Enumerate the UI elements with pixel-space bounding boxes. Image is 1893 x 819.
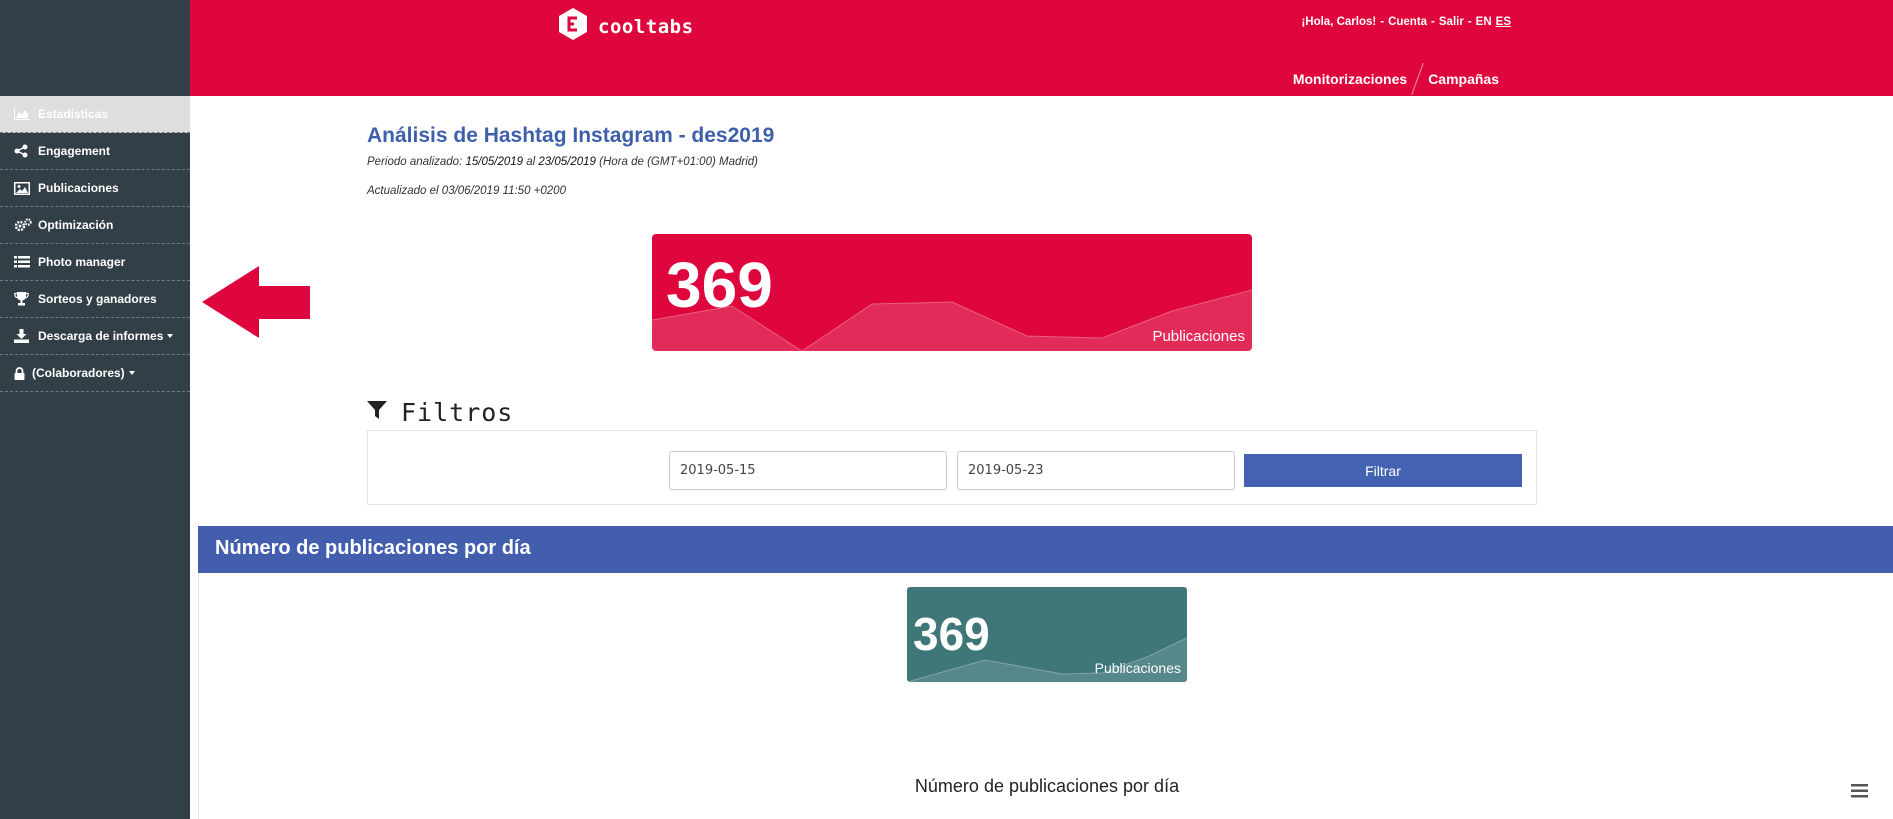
separator: - (1380, 16, 1385, 28)
stat-value: 369 (666, 249, 773, 321)
gears-icon (14, 218, 34, 232)
trophy-icon (14, 292, 34, 306)
download-icon (14, 329, 34, 343)
period-prefix: Periodo analizado: (367, 156, 463, 168)
list-icon (14, 256, 34, 268)
sidebar-item-label: Descarga de informes (38, 329, 164, 343)
chart-title: Número de publicaciones por día (914, 776, 1180, 796)
sidebar: Estadísticas Engagement Publicaciones Op… (0, 0, 190, 819)
period-to: 23/05/2019 (538, 156, 596, 168)
filters-panel: Filtrar (367, 430, 1537, 505)
filters-title: Filtros (401, 398, 514, 427)
sidebar-item-sorteos[interactable]: Sorteos y ganadores (0, 281, 190, 318)
filter-button[interactable]: Filtrar (1244, 454, 1522, 487)
caret-down-icon (167, 334, 174, 338)
sidebar-item-label: (Colaboradores) (32, 366, 125, 380)
tab-monitorizaciones[interactable]: Monitorizaciones (1293, 71, 1407, 87)
top-tabs: Monitorizaciones Campañas (1293, 62, 1499, 96)
sidebar-item-label: Photo manager (38, 255, 126, 269)
sidebar-item-label: Estadísticas (38, 107, 109, 121)
greeting-text: ¡Hola, Carlos! (1301, 16, 1377, 28)
tab-separator (1411, 62, 1424, 96)
period-mid: al (526, 156, 536, 168)
sidebar-item-colaboradores[interactable]: (Colaboradores) (0, 355, 190, 392)
sidebar-nav: Estadísticas Engagement Publicaciones Op… (0, 96, 190, 392)
separator: - (1431, 16, 1435, 28)
period-timezone: (Hora de (GMT+01:00) Madrid) (599, 156, 758, 168)
hamburger-menu-icon[interactable] (1851, 784, 1868, 803)
lang-en-link[interactable]: EN (1476, 16, 1492, 28)
date-to-input[interactable] (957, 451, 1235, 490)
area-chart-icon (14, 108, 34, 120)
image-icon (14, 181, 34, 195)
date-from-input[interactable] (669, 451, 947, 490)
lock-icon (14, 366, 28, 380)
pointer-arrow-icon (202, 266, 310, 343)
filters-heading: Filtros (367, 398, 513, 427)
cooltabs-logo-icon (558, 8, 588, 45)
logo-text: cooltabs (598, 15, 694, 38)
caret-down-icon (128, 371, 135, 375)
separator: - (1467, 16, 1472, 28)
stat-label: Publicaciones (1152, 328, 1245, 345)
updated-text: Actualizado el 03/06/2019 11:50 +0200 (367, 185, 566, 197)
sidebar-item-optimizacion[interactable]: Optimización (0, 207, 190, 244)
logo[interactable]: cooltabs (558, 8, 694, 45)
sidebar-item-engagement[interactable]: Engagement (0, 133, 190, 170)
lang-es-link[interactable]: ES (1496, 16, 1511, 28)
tab-campanas[interactable]: Campañas (1428, 71, 1499, 87)
sidebar-item-label: Optimización (38, 218, 114, 232)
user-links: ¡Hola, Carlos! - Cuenta - Salir - EN ES (1301, 16, 1511, 28)
period-from: 15/05/2019 (465, 156, 524, 168)
sidebar-item-publicaciones[interactable]: Publicaciones (0, 170, 190, 207)
section-header: Número de publicaciones por día (198, 526, 1893, 573)
period-text: Periodo analizado: 15/05/2019 al 23/05/2… (367, 156, 758, 168)
account-link[interactable]: Cuenta (1388, 16, 1427, 28)
publications-stat-card: 369 Publicaciones (652, 234, 1252, 351)
share-icon (14, 144, 34, 158)
page-title: Análisis de Hashtag Instagram - des2019 (367, 124, 775, 147)
sidebar-item-photo-manager[interactable]: Photo manager (0, 244, 190, 281)
section-title: Número de publicaciones por día (215, 537, 531, 559)
sidebar-item-label: Publicaciones (38, 181, 119, 195)
top-header: cooltabs ¡Hola, Carlos! - Cuenta - Salir… (190, 0, 1893, 96)
section-stat-card: 369 Publicaciones (907, 587, 1187, 682)
logout-link[interactable]: Salir (1439, 16, 1464, 28)
sidebar-item-label: Sorteos y ganadores (38, 292, 157, 306)
stat-label: Publicaciones (1094, 660, 1181, 676)
filter-icon (367, 400, 387, 425)
sidebar-item-descarga[interactable]: Descarga de informes (0, 318, 190, 355)
sidebar-item-estadisticas[interactable]: Estadísticas (0, 96, 190, 133)
sidebar-item-label: Engagement (38, 144, 111, 158)
stat-value: 369 (913, 608, 990, 660)
